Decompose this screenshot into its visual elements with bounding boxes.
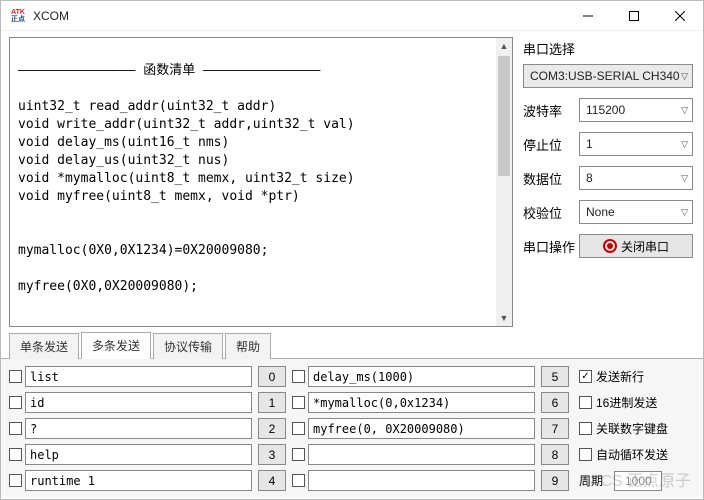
- stop-label: 停止位: [523, 135, 579, 154]
- send-input-8[interactable]: [308, 444, 535, 465]
- stop-select[interactable]: 1▽: [579, 132, 693, 156]
- send-input-6[interactable]: *mymalloc(0,0x1234): [308, 392, 535, 413]
- numpad-label: 关联数字键盘: [596, 420, 668, 437]
- send-button-0[interactable]: 0: [258, 366, 286, 387]
- left-buttons: 0 1 2 3 4: [258, 365, 286, 495]
- right-buttons: 5 6 7 8 9: [541, 365, 569, 495]
- row-checkbox[interactable]: [292, 370, 305, 383]
- titlebar: ATK正点 XCOM: [1, 1, 703, 31]
- send-button-5[interactable]: 5: [541, 366, 569, 387]
- autoloop-label: 自动循环发送: [596, 446, 668, 463]
- window-title: XCOM: [33, 9, 69, 23]
- op-label: 串口操作: [523, 237, 579, 256]
- port-select[interactable]: COM3:USB-SERIAL CH340▽: [523, 64, 693, 88]
- send-tabs: 单条发送 多条发送 协议传输 帮助: [1, 333, 703, 359]
- send-button-2[interactable]: 2: [258, 418, 286, 439]
- autoloop-checkbox[interactable]: [579, 448, 592, 461]
- newline-label: 发送新行: [596, 368, 644, 385]
- chevron-down-icon: ▽: [681, 105, 688, 116]
- row-checkbox[interactable]: [9, 474, 22, 487]
- send-input-7[interactable]: myfree(0, 0X20009080): [308, 418, 535, 439]
- hex-label: 16进制发送: [596, 394, 657, 411]
- send-button-4[interactable]: 4: [258, 470, 286, 491]
- app-logo: ATK正点: [9, 7, 27, 25]
- send-button-7[interactable]: 7: [541, 418, 569, 439]
- right-inputs: delay_ms(1000) *mymalloc(0,0x1234) myfre…: [292, 365, 535, 495]
- baud-label: 波特率: [523, 101, 579, 120]
- row-checkbox[interactable]: [292, 474, 305, 487]
- tab-protocol[interactable]: 协议传输: [153, 333, 223, 359]
- row-checkbox[interactable]: [292, 448, 305, 461]
- scroll-down-icon[interactable]: ▼: [496, 310, 512, 326]
- serial-settings-panel: 串口选择 COM3:USB-SERIAL CH340▽ 波特率115200▽ 停…: [517, 31, 703, 331]
- send-input-9[interactable]: [308, 470, 535, 491]
- scroll-thumb[interactable]: [498, 56, 510, 176]
- terminal-scrollbar[interactable]: ▲ ▼: [496, 38, 512, 326]
- close-button[interactable]: [657, 1, 703, 31]
- row-checkbox[interactable]: [292, 422, 305, 435]
- period-label: 周期: [579, 472, 603, 489]
- terminal-output[interactable]: ——————————————— 函数清单 ——————————————— uin…: [10, 38, 496, 326]
- send-input-5[interactable]: delay_ms(1000): [308, 366, 535, 387]
- send-options: ✓ 发送新行 16进制发送 关联数字键盘 自动循环发送 周期 1000: [575, 365, 695, 495]
- multi-send-grid: list id ? help runtime 1 0 1 2 3 4 delay…: [1, 359, 703, 497]
- chevron-down-icon: ▽: [681, 71, 688, 82]
- send-button-3[interactable]: 3: [258, 444, 286, 465]
- close-port-button[interactable]: 关闭串口: [579, 234, 693, 258]
- chevron-down-icon: ▽: [681, 139, 688, 150]
- chevron-down-icon: ▽: [681, 173, 688, 184]
- minimize-button[interactable]: [565, 1, 611, 31]
- send-input-2[interactable]: ?: [25, 418, 252, 439]
- baud-select[interactable]: 115200▽: [579, 98, 693, 122]
- row-checkbox[interactable]: [9, 422, 22, 435]
- record-icon: [603, 239, 617, 253]
- terminal-panel: ——————————————— 函数清单 ——————————————— uin…: [9, 37, 513, 327]
- send-input-1[interactable]: id: [25, 392, 252, 413]
- send-button-1[interactable]: 1: [258, 392, 286, 413]
- serial-select-label: 串口选择: [523, 39, 693, 58]
- row-checkbox[interactable]: [292, 396, 305, 409]
- send-input-3[interactable]: help: [25, 444, 252, 465]
- left-inputs: list id ? help runtime 1: [9, 365, 252, 495]
- data-select[interactable]: 8▽: [579, 166, 693, 190]
- send-input-0[interactable]: list: [25, 366, 252, 387]
- numpad-checkbox[interactable]: [579, 422, 592, 435]
- hex-checkbox[interactable]: [579, 396, 592, 409]
- tab-multi-send[interactable]: 多条发送: [81, 332, 151, 359]
- chevron-down-icon: ▽: [681, 207, 688, 218]
- row-checkbox[interactable]: [9, 370, 22, 383]
- row-checkbox[interactable]: [9, 396, 22, 409]
- row-checkbox[interactable]: [9, 448, 22, 461]
- send-button-6[interactable]: 6: [541, 392, 569, 413]
- tab-single-send[interactable]: 单条发送: [9, 333, 79, 359]
- newline-checkbox[interactable]: ✓: [579, 370, 592, 383]
- parity-select[interactable]: None▽: [579, 200, 693, 224]
- parity-label: 校验位: [523, 203, 579, 222]
- tab-help[interactable]: 帮助: [225, 333, 271, 359]
- data-label: 数据位: [523, 169, 579, 188]
- main-area: ——————————————— 函数清单 ——————————————— uin…: [1, 31, 703, 331]
- period-input[interactable]: 1000: [614, 471, 662, 491]
- maximize-button[interactable]: [611, 1, 657, 31]
- scroll-up-icon[interactable]: ▲: [496, 38, 512, 54]
- send-button-8[interactable]: 8: [541, 444, 569, 465]
- window-controls: [565, 1, 703, 31]
- send-button-9[interactable]: 9: [541, 470, 569, 491]
- send-input-4[interactable]: runtime 1: [25, 470, 252, 491]
